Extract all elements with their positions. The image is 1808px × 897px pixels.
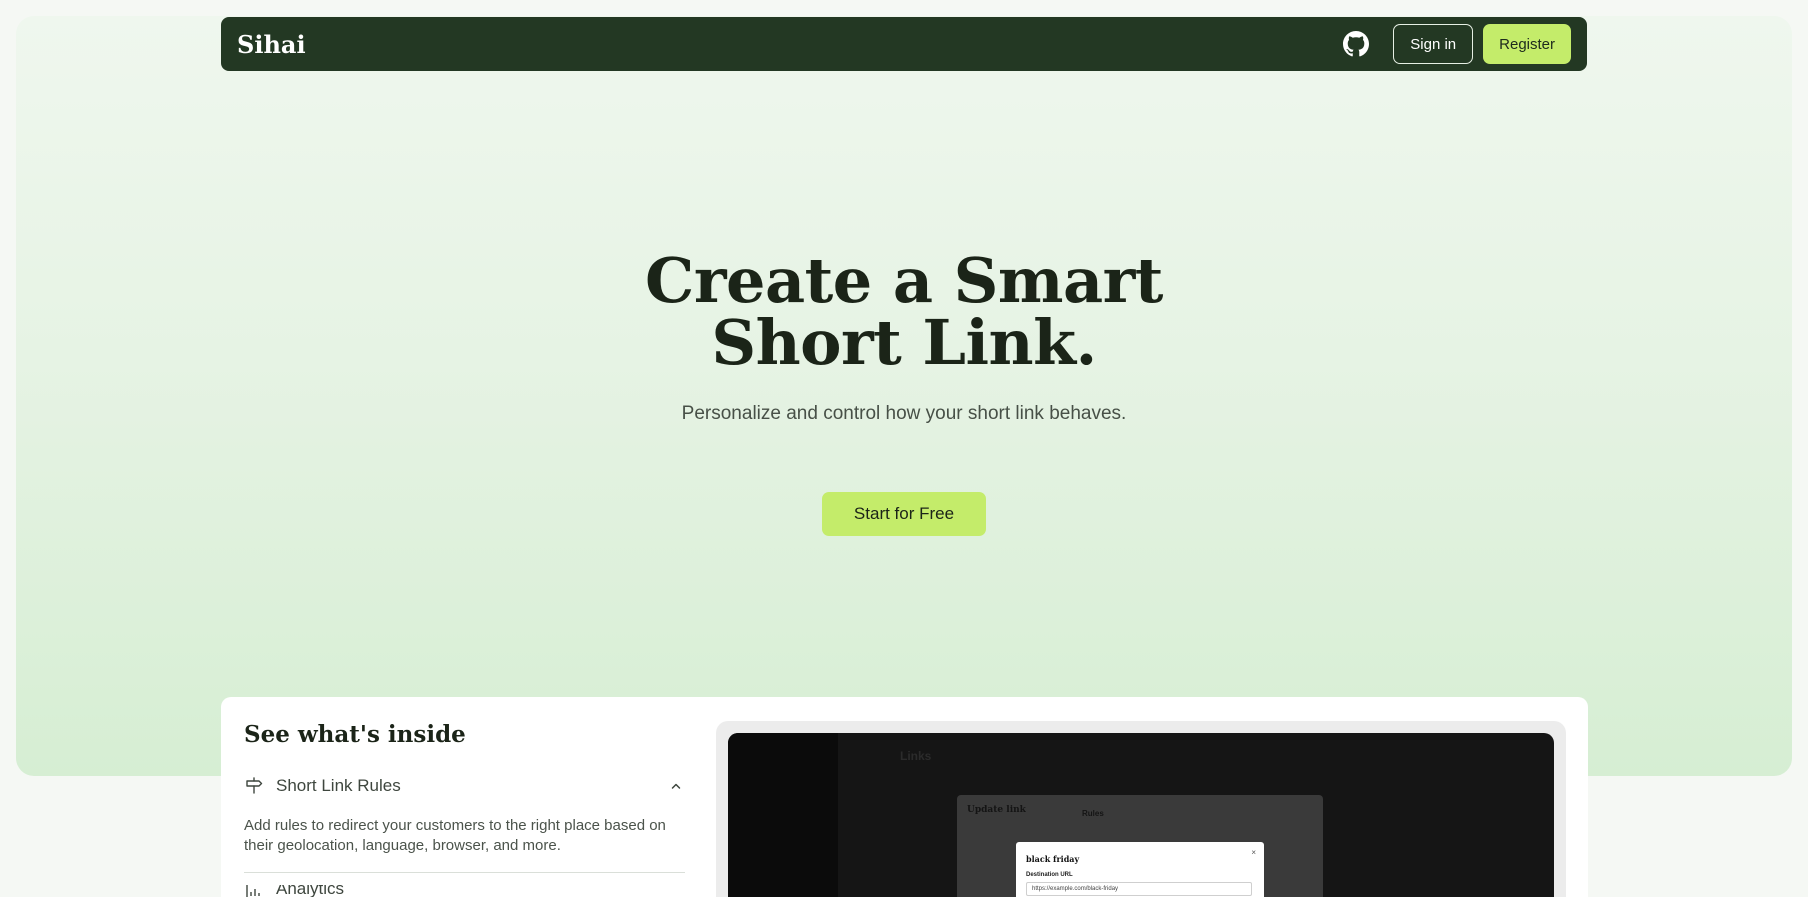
bar-chart-icon <box>244 885 264 897</box>
accordion-description: Add rules to redirect your customers to … <box>244 817 666 854</box>
product-preview: Links Update link Rules black friday × D… <box>716 721 1566 897</box>
register-button[interactable]: Register <box>1483 24 1571 64</box>
preview-rules-label: Rules <box>1082 809 1104 818</box>
hero-title-line-1: Create a Smart <box>645 244 1163 317</box>
preview-screenshot: Links Update link Rules black friday × D… <box>728 733 1554 897</box>
nav-actions: Sign in Register <box>1343 24 1571 64</box>
hero-section <box>16 16 1792 776</box>
accordion-label: Analytics <box>276 885 345 897</box>
github-icon[interactable] <box>1343 31 1370 57</box>
preview-url-field: https://example.com/black-friday <box>1026 882 1252 896</box>
accordion-divider <box>244 872 685 873</box>
chevron-up-icon[interactable] <box>667 777 685 795</box>
preview-sidebar <box>728 733 838 897</box>
hero-subtitle: Personalize and control how your short l… <box>681 403 1127 424</box>
features-card: See what's inside Short Link Rules Add r… <box>221 697 1588 897</box>
preview-page-title: Links <box>900 749 932 763</box>
accordion-item-short-link-rules[interactable]: Short Link Rules <box>244 775 685 797</box>
hero-title-line-2: Short Link. <box>711 306 1097 379</box>
features-title: See what's inside <box>244 721 466 748</box>
signpost-icon <box>244 776 264 796</box>
start-free-button[interactable]: Start for Free <box>822 492 986 536</box>
logo[interactable]: Sihai <box>237 30 306 59</box>
sign-in-button[interactable]: Sign in <box>1393 24 1474 64</box>
top-navbar: Sihai Sign in Register <box>221 17 1587 71</box>
accordion-item-analytics[interactable]: Analytics <box>244 885 685 897</box>
accordion-label: Short Link Rules <box>276 776 401 795</box>
hero-title: Create a Smart Short Link. <box>0 250 1808 374</box>
preview-dialog: black friday × Destination URL https://e… <box>1016 842 1264 897</box>
close-icon: × <box>1251 848 1256 857</box>
preview-dialog-title: black friday <box>1026 854 1080 864</box>
preview-modal-title: Update link <box>967 805 1026 815</box>
preview-field-label: Destination URL <box>1026 872 1073 878</box>
